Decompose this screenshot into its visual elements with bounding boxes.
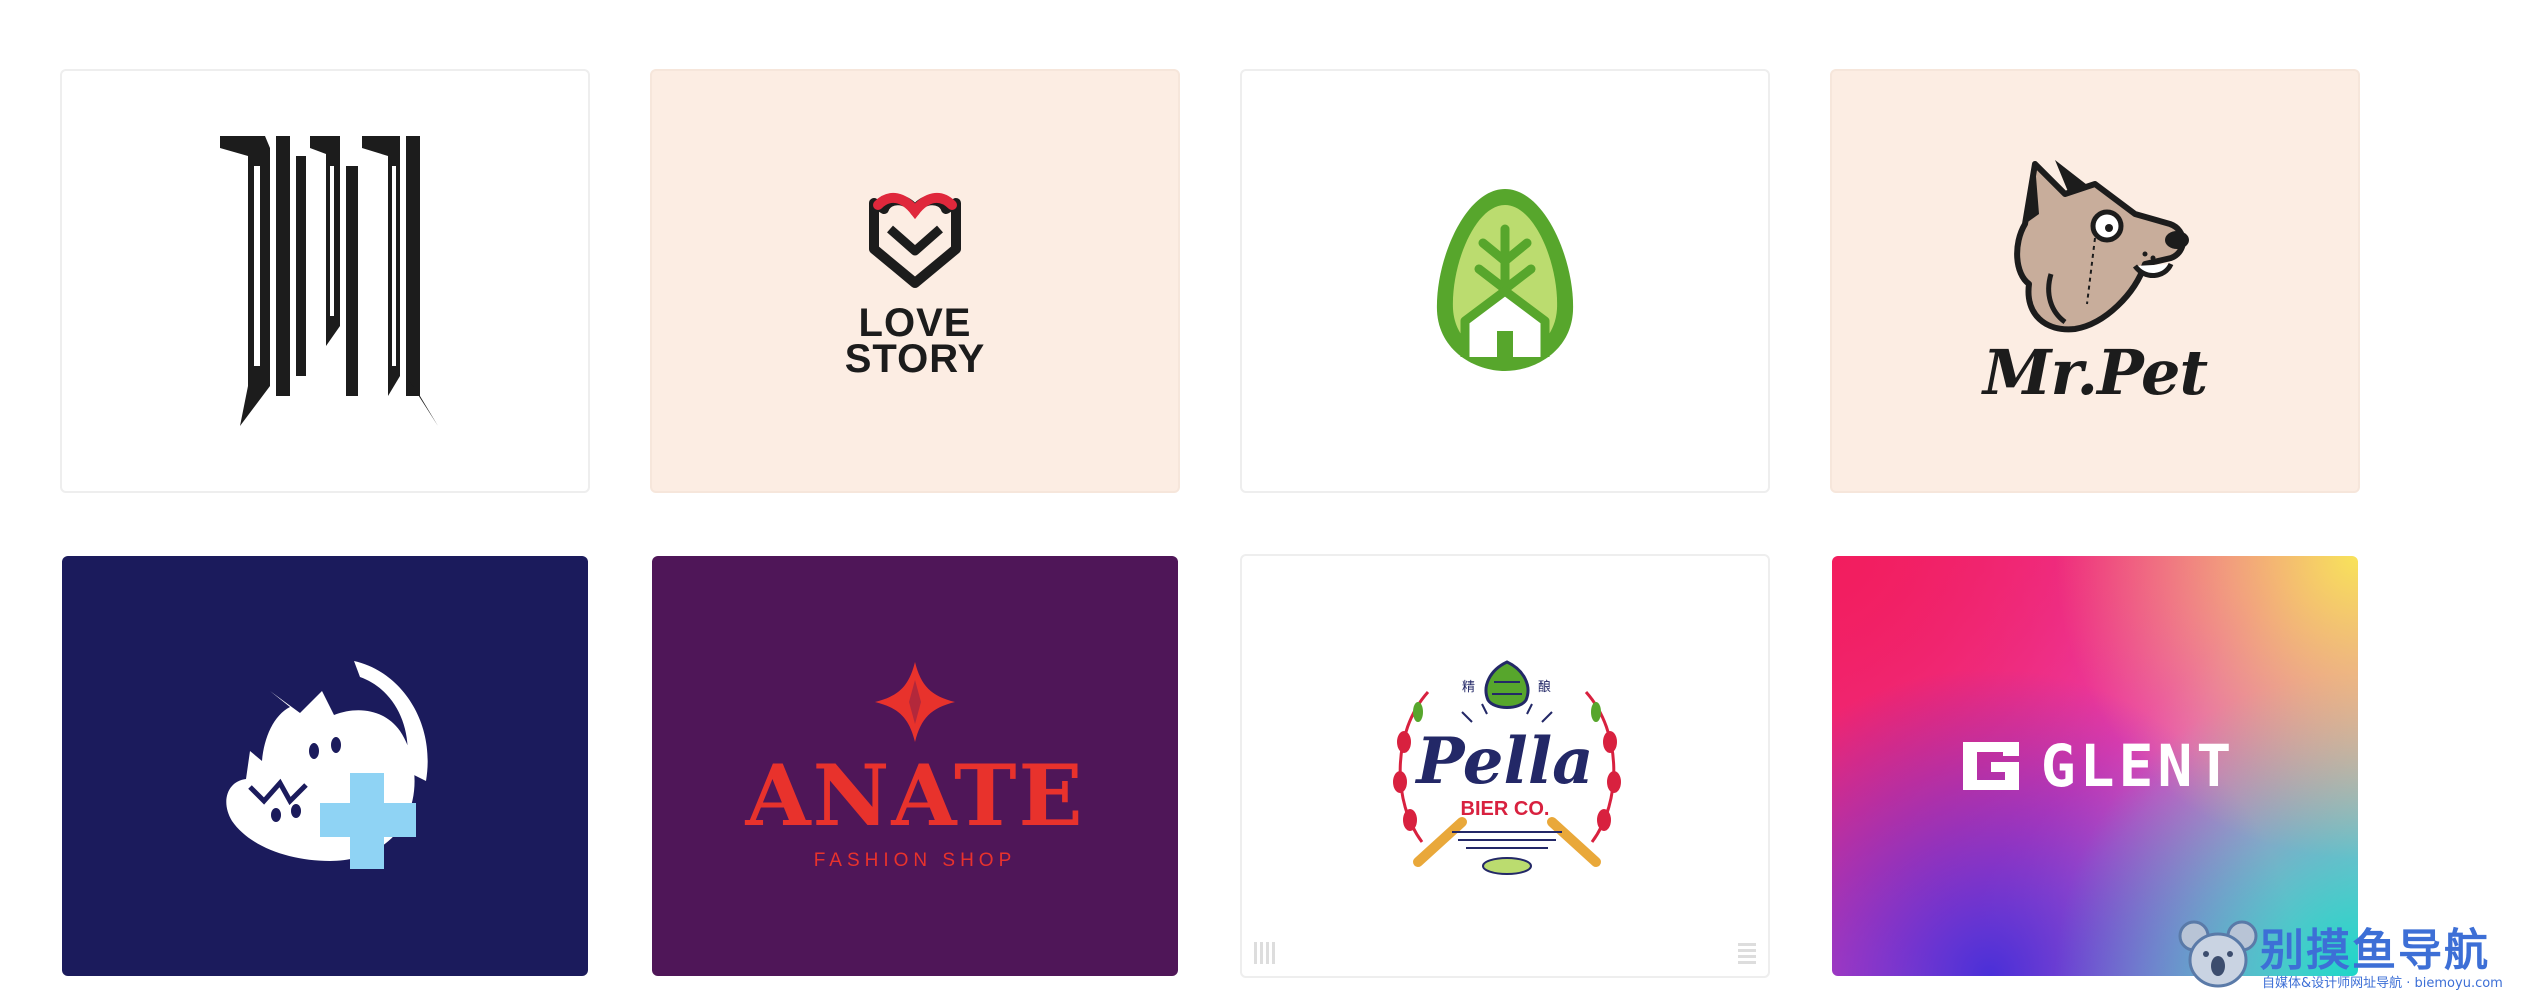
watermark-title: 别摸鱼导航 bbox=[2260, 925, 2490, 976]
tree-house-leaf-icon bbox=[1436, 189, 1574, 371]
logo-card-mr-pet[interactable]: Mr.Pet bbox=[1830, 69, 2360, 493]
anate-tagline: FASHION SHOP bbox=[813, 850, 1017, 871]
anate-wordmark: ANATE bbox=[745, 746, 1085, 845]
site-watermark[interactable]: 别摸鱼导航 自媒体&设计师网址导航 · biemoyu.com bbox=[2178, 910, 2528, 996]
love-story-line2: STORY bbox=[844, 337, 986, 381]
glent-wordmark: GLENT bbox=[2040, 732, 2236, 800]
love-story-line1: LOVE bbox=[858, 301, 972, 345]
logo-card-pet-care[interactable] bbox=[62, 556, 588, 976]
logo-card-anate[interactable]: ANATE FASHION SHOP bbox=[652, 556, 1178, 976]
pella-wordmark: Pella bbox=[1416, 724, 1594, 799]
pets-cross-icon bbox=[226, 661, 428, 869]
glent-g-icon bbox=[1962, 742, 2019, 790]
logo-card-pella[interactable]: 精 酿 Pella BIER CO. bbox=[1240, 554, 1770, 978]
logo-card-love-story[interactable]: LOVE STORY bbox=[650, 69, 1180, 493]
watermark-subtitle: 自媒体&设计师网址导航 · biemoyu.com bbox=[2262, 976, 2503, 991]
mr-pet-wordmark: Mr.Pet bbox=[1982, 335, 2208, 409]
logo-card-tree-house[interactable] bbox=[1240, 69, 1770, 493]
dyson-lettering-icon bbox=[220, 136, 438, 426]
logo-card-dyson[interactable] bbox=[60, 69, 590, 493]
corner-mark-right-icon bbox=[1738, 942, 1756, 964]
diamond-star-icon bbox=[874, 662, 955, 742]
dog-monocle-icon bbox=[2014, 159, 2189, 332]
corner-mark-left-icon bbox=[1254, 942, 1276, 964]
pella-tagline: BIER CO. bbox=[1460, 798, 1550, 820]
pella-cn-left: 精 bbox=[1462, 680, 1476, 695]
heart-envelope-icon bbox=[869, 192, 961, 288]
koala-icon bbox=[2178, 920, 2258, 988]
pella-cn-right: 酿 bbox=[1538, 680, 1552, 695]
